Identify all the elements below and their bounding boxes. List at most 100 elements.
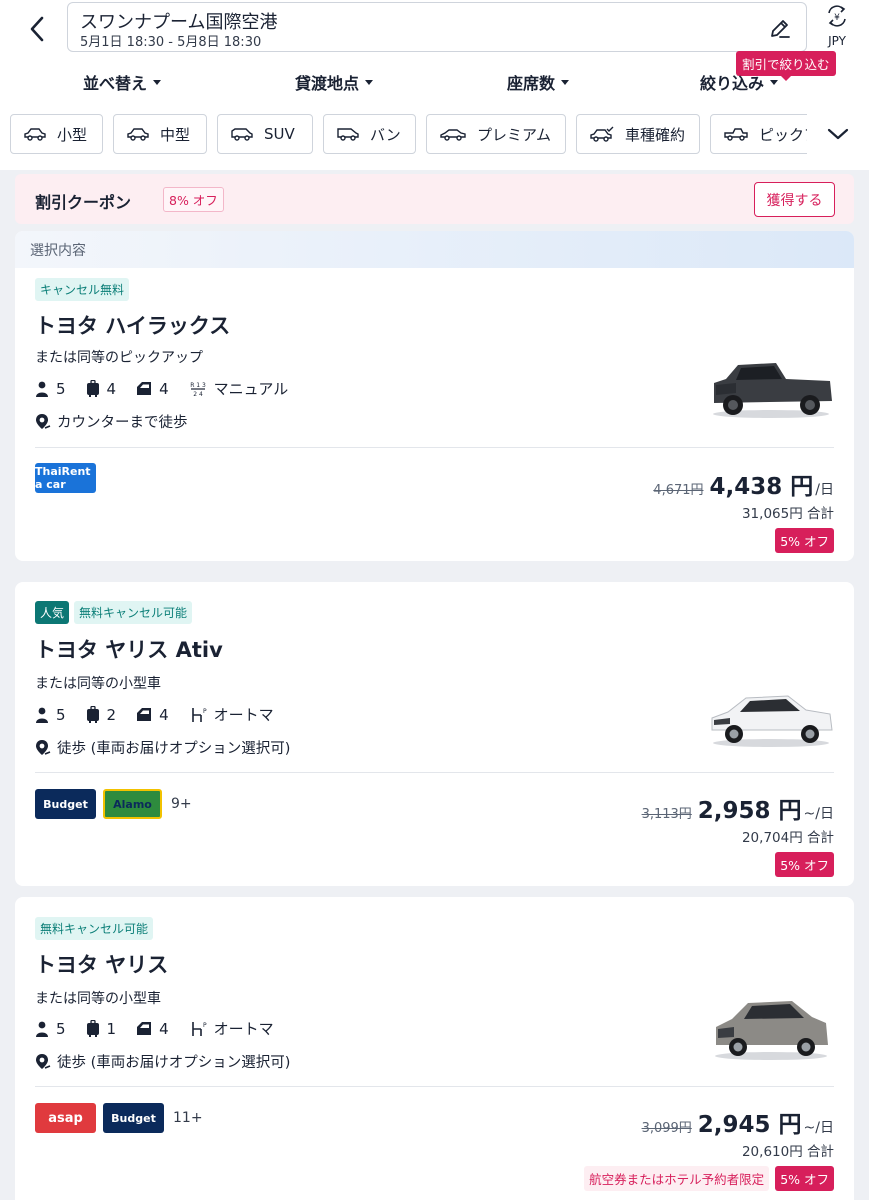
car-subtitle: または同等の小型車: [35, 991, 161, 1007]
doors-spec: 4: [136, 380, 169, 398]
car-check-icon: [590, 126, 614, 142]
chip-label: バン: [370, 125, 401, 144]
filter-button[interactable]: 絞り込み: [700, 70, 779, 94]
car-tags: キャンセル無料: [35, 278, 130, 301]
car-subtitle: または同等の小型車: [35, 676, 161, 692]
rental-dates: 5月1日 18:30 - 5月8日 18:30: [80, 35, 262, 50]
car-image: [711, 695, 833, 747]
pickup-location-info: カウンターまで徒歩: [35, 411, 188, 432]
chip-compact[interactable]: 小型: [10, 114, 103, 154]
filter-label: 絞り込み: [700, 74, 765, 93]
header: スワンナプーム国際空港 5月1日 18:30 - 5月8日 18:30 ¥ JP…: [0, 0, 869, 170]
sort-button[interactable]: 並べ替え: [83, 70, 162, 94]
coupon-title: 割引クーポン: [35, 193, 132, 212]
doors-value: 4: [159, 1019, 169, 1038]
car-icon: [24, 128, 46, 141]
svg-text:2 4: 2 4: [193, 391, 203, 398]
get-coupon-button[interactable]: 獲得する: [754, 182, 835, 217]
car-card[interactable]: 選択内容 キャンセル無料 トヨタ ハイラックス または同等のピックアップ 5 4…: [15, 231, 854, 561]
chips-expand-button[interactable]: [807, 112, 869, 156]
luggage-spec: 1: [86, 1019, 117, 1038]
selection-strip: 選択内容: [15, 231, 854, 268]
location-walk-icon: [36, 739, 51, 755]
suitcase-icon: [86, 380, 99, 397]
sort-filter-bar: 並べ替え 貸渡地点 座席数 絞り込み: [0, 70, 869, 100]
seats-value: 5: [56, 1019, 66, 1038]
pickup-label: 貸渡地点: [295, 74, 360, 93]
car-card[interactable]: 無料キャンセル可能 トヨタ ヤリス または同等の小型車 5 1 4 P オートマ…: [15, 897, 854, 1200]
chip-label: 中型: [160, 125, 191, 144]
price-block: 3,113円 2,958 円 ~/日 20,704円 合計 5% オフ: [642, 791, 834, 877]
person-icon: [36, 707, 48, 723]
caret-down-icon: [365, 79, 374, 85]
asap-logo: asap: [35, 1103, 96, 1133]
price-unit: ~/日: [803, 1120, 834, 1136]
luggage-spec: 4: [86, 379, 117, 398]
seats-label: 座席数: [507, 74, 556, 93]
seats-spec: 5: [35, 1020, 66, 1038]
svg-text:¥: ¥: [834, 13, 840, 23]
original-price: 3,099円: [641, 1121, 692, 1136]
pickup-location-info: 徒歩 (車両お届けオプション選択可): [35, 737, 290, 758]
car-name: トヨタ ヤリス Ativ: [35, 638, 223, 662]
chip-van[interactable]: バン: [323, 114, 416, 154]
seats-spec: 5: [35, 380, 66, 398]
selection-label: 選択内容: [30, 243, 86, 259]
transmission-value: オートマ: [213, 706, 274, 724]
currency-exchange-icon: ¥: [828, 5, 846, 27]
chip-midsize[interactable]: 中型: [113, 114, 207, 154]
vendor-logos: Budget Alamo 9+: [35, 789, 192, 819]
suitcase-icon: [86, 1020, 99, 1037]
thairent-logo: ThaiRent a car: [35, 463, 96, 493]
discount-badge: 5% オフ: [775, 1166, 834, 1191]
alamo-logo: Alamo: [103, 789, 162, 819]
search-summary[interactable]: スワンナプーム国際空港 5月1日 18:30 - 5月8日 18:30: [67, 2, 807, 52]
car-specs: 5 4 4 R 1 3 2 4 マニュアル: [35, 378, 308, 399]
car-tags: 人気 無料キャンセル可能: [35, 601, 193, 624]
car-name: トヨタ ハイラックス: [35, 314, 231, 338]
coupon-banner: 割引クーポン 8% オフ 獲得する: [15, 174, 854, 224]
luggage-value: 4: [106, 379, 117, 398]
back-button[interactable]: [22, 14, 52, 44]
luggage-value: 1: [106, 1019, 117, 1038]
budget-logo: Budget: [103, 1103, 164, 1133]
automatic-gearbox-icon: P: [191, 707, 207, 722]
location-text: カウンターまで徒歩: [57, 415, 188, 431]
total-price: 31,065円 合計: [741, 506, 834, 522]
transmission-spec: P オートマ: [189, 1018, 274, 1039]
popular-tag: 人気: [35, 601, 70, 624]
svg-text:P: P: [203, 1022, 207, 1029]
car-door-icon: [137, 1022, 152, 1035]
doors-spec: 4: [136, 706, 169, 724]
premium-car-icon: [440, 129, 466, 141]
card-divider: [35, 772, 834, 773]
card-divider: [35, 1086, 834, 1087]
car-specs: 5 1 4 P オートマ: [35, 1018, 294, 1039]
seats-value: 5: [56, 705, 66, 724]
car-subtitle: または同等のピックアップ: [35, 350, 203, 366]
manual-gearbox-icon: R 1 3 2 4: [190, 382, 206, 398]
free-cancel-tag: 無料キャンセル可能: [35, 917, 154, 940]
pickup-location-button[interactable]: 貸渡地点: [295, 70, 374, 94]
card-divider: [35, 447, 834, 448]
location-walk-icon: [36, 413, 51, 429]
transmission-value: オートマ: [213, 1020, 274, 1038]
svg-text:R 1 3: R 1 3: [190, 382, 206, 389]
daily-price: 2,945 円: [697, 1112, 802, 1138]
caret-down-icon: [770, 79, 779, 85]
seats-button[interactable]: 座席数: [507, 70, 570, 94]
currency-selector[interactable]: ¥ JPY: [822, 4, 852, 48]
vendor-logos: asap Budget 11+: [35, 1103, 203, 1133]
chip-premium[interactable]: プレミアム: [426, 114, 566, 154]
car-name: トヨタ ヤリス: [35, 953, 169, 977]
svg-text:P: P: [203, 708, 207, 715]
car-card[interactable]: 人気 無料キャンセル可能 トヨタ ヤリス Ativ または同等の小型車 5 2 …: [15, 582, 854, 886]
chip-guaranteed-model[interactable]: 車種確約: [576, 114, 700, 154]
pickup-icon: [724, 128, 748, 141]
chip-label: 車種確約: [625, 125, 686, 144]
chip-label: SUV: [264, 125, 295, 143]
suitcase-icon: [86, 706, 99, 723]
chip-suv[interactable]: SUV: [217, 114, 313, 154]
edit-icon[interactable]: [768, 16, 792, 40]
luggage-spec: 2: [86, 706, 116, 724]
